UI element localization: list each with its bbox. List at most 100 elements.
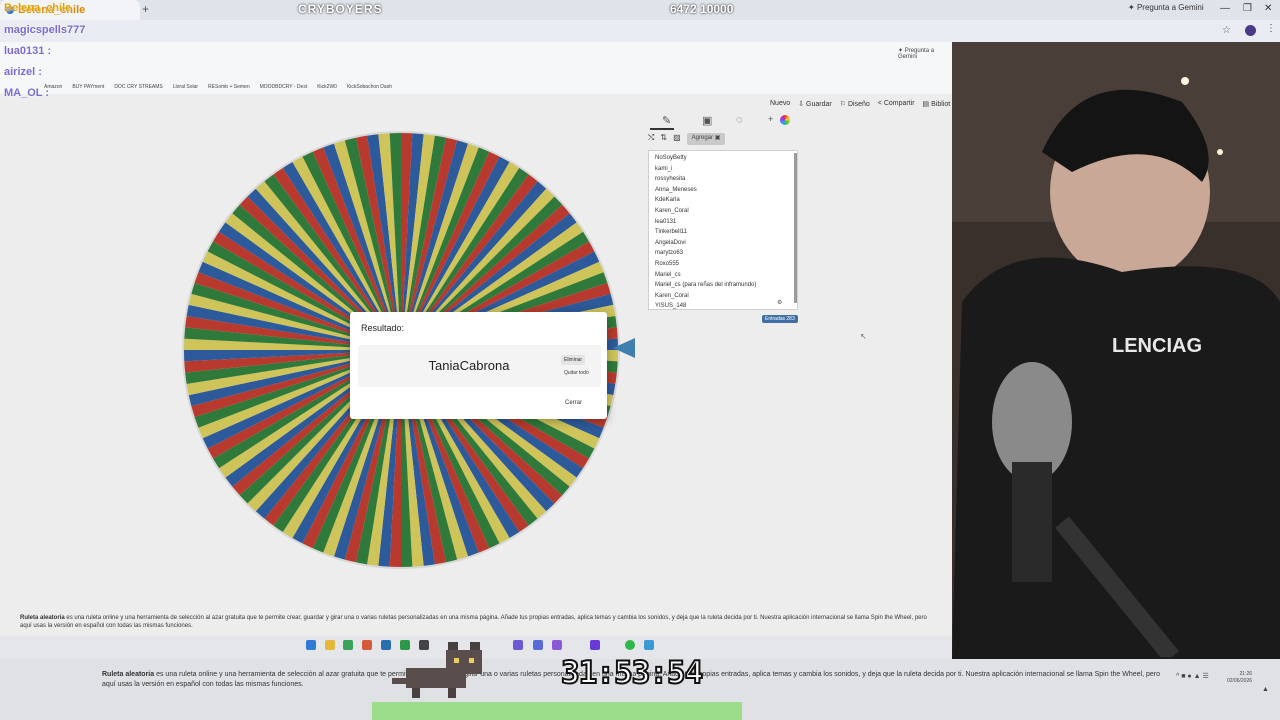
description-bold: Ruleta aleatoria [102, 671, 155, 678]
chat-line: magicspells777 [4, 24, 85, 36]
add-image-button[interactable]: Agregar ▣ [686, 133, 726, 145]
design-label: Diseño [847, 101, 870, 108]
new-button[interactable]: Nuevo [770, 100, 790, 108]
gemini-label: Pregunta a Gemini [1136, 3, 1204, 12]
app-icon[interactable] [590, 640, 600, 650]
app-icon[interactable] [513, 640, 523, 650]
wheel-pointer-icon [613, 338, 635, 358]
bookmark-item[interactable]: MOODBDCRY - Dest [260, 84, 308, 90]
library-label: Bibliot [931, 101, 951, 108]
design-button[interactable]: ⚐ Diseño [840, 100, 870, 108]
chat-message: : [45, 87, 50, 99]
webcam-image: LENCIAG [952, 42, 1280, 657]
screen: Belena_chile + CRYBOYERS 6472 10000 ✦ Pr… [0, 0, 1280, 720]
bookmark-item[interactable]: RESomb + Semen [208, 84, 250, 90]
folder-icon[interactable] [325, 640, 335, 650]
image-icon[interactable]: ▨ [673, 133, 681, 145]
entry-item[interactable]: Karen_Coral [655, 293, 689, 299]
app-icon[interactable] [644, 640, 654, 650]
stream-title: CRYBOYERS [298, 2, 383, 16]
hide-icon[interactable]: ◌ [736, 114, 743, 126]
entry-item[interactable]: NoSoyBetty [655, 155, 687, 161]
bookmark-item[interactable]: KickSobachon Dash [347, 84, 392, 90]
wheel-toolbar: Nuevo ⇩ Guardar ⚐ Diseño < Compartir ▤ B… [770, 100, 950, 108]
entry-item[interactable]: kami_i [655, 166, 672, 172]
bookmarks-bar: Amazon BUY PAYment DOC CRY STREAMS Llora… [0, 80, 952, 94]
app-icon[interactable] [343, 640, 353, 650]
entry-item[interactable]: Karen_Coral [655, 208, 689, 214]
clipboard-icon[interactable]: ▣ [702, 114, 712, 127]
entry-item[interactable]: Roxo555 [655, 261, 679, 267]
app-icon[interactable] [552, 640, 562, 650]
add-icon[interactable]: + [768, 114, 773, 124]
spotify-icon[interactable] [625, 640, 635, 650]
chat-user: lua0131 [4, 45, 45, 57]
close-icon[interactable]: ✕ [1264, 3, 1272, 14]
entry-item[interactable]: Mariel_cs (para reñas del inframundo) [655, 282, 756, 288]
description-text: es una ruleta online y una herramienta d… [20, 615, 927, 629]
bookmark-item[interactable]: DOC CRY STREAMS [114, 84, 162, 90]
chat-line: MA_OL : [4, 87, 49, 99]
app-icon[interactable] [381, 640, 391, 650]
save-label: Guardar [806, 101, 832, 108]
save-button[interactable]: ⇩ Guardar [798, 100, 832, 108]
chat-line: airizel : [4, 66, 42, 78]
start-icon[interactable] [306, 640, 316, 650]
entry-item[interactable]: lea0131 [655, 219, 676, 225]
entry-item[interactable]: rossyhesita [655, 176, 685, 182]
add-label: Agregar [691, 135, 714, 141]
palette-icon[interactable] [780, 115, 790, 125]
new-tab-button[interactable]: + [142, 2, 149, 16]
winner-name: TaniaCabrona [428, 358, 510, 373]
app-icon[interactable] [362, 640, 372, 650]
chat-line: lua0131 : [4, 45, 51, 57]
chat-user: Belena_chile [4, 2, 72, 14]
remove-all-button[interactable]: Quitar todo [561, 368, 592, 378]
entry-item[interactable]: Tinkerbell11 [655, 229, 687, 235]
taskbar-clock: 21:26 02/06/2026 [1227, 671, 1252, 685]
library-button[interactable]: ▤ Bibliot [923, 100, 951, 108]
restore-icon[interactable]: ❐ [1243, 3, 1252, 14]
outer-tab-bar: Belena_chile + CRYBOYERS 6472 10000 ✦ Pr… [0, 0, 1280, 20]
entry-item[interactable]: AngelaDovi [655, 240, 686, 246]
chat-user: airizel [4, 66, 36, 78]
entry-item[interactable]: Anna_Meneses [655, 187, 697, 193]
notification-icon[interactable]: ▲ [1262, 686, 1269, 693]
entries-count-badge: Entradas 283 [762, 315, 798, 323]
share-button[interactable]: < Compartir [878, 100, 915, 108]
chat-message: : [38, 66, 42, 78]
menu-icon[interactable]: ⋮ [1266, 23, 1276, 34]
profile-avatar[interactable] [1245, 25, 1256, 36]
entries-scrollbar[interactable] [794, 153, 797, 303]
shuffle-icon[interactable]: ⤭ [648, 133, 654, 145]
bookmark-item[interactable]: BUY PAYment [72, 84, 104, 90]
pencil-icon[interactable]: ✎ [662, 114, 671, 127]
bookmark-item[interactable]: Lloral Solar [173, 84, 198, 90]
result-dialog: Resultado: TaniaCabrona Eliminar Quitar … [350, 312, 607, 419]
entry-item[interactable]: YISUS_148 [655, 303, 686, 309]
chat-message: : [47, 45, 52, 57]
clock-time: 21:26 [1239, 671, 1253, 677]
result-card: TaniaCabrona Eliminar Quitar todo [358, 345, 601, 387]
inner-gemini-button[interactable]: ✦ Pregunta a Gemini [898, 47, 952, 60]
close-button[interactable]: Cerrar [565, 400, 582, 406]
bookmark-star-icon[interactable]: ☆ [1222, 25, 1231, 36]
description-bold: Ruleta aleatoria [20, 615, 65, 621]
entry-item[interactable]: Mariel_cs [655, 272, 681, 278]
remove-button[interactable]: Eliminar [561, 355, 586, 365]
inner-browser-chrome: ✦ Pregunta a Gemini Amazon BUY PAYment D… [0, 42, 952, 94]
settings-icon[interactable]: ⚙ [777, 299, 782, 306]
share-label: Compartir [883, 100, 915, 107]
subathon-timer: 31:53:54 [560, 654, 704, 692]
chat-user: MA_OL [4, 87, 43, 99]
minimize-icon[interactable]: — [1220, 3, 1230, 14]
bookmark-item[interactable]: Kick2W0 [317, 84, 337, 90]
app-icon[interactable] [533, 640, 543, 650]
entry-item[interactable]: KdeKarla [655, 197, 680, 203]
sort-icon[interactable]: ⇅ [660, 133, 667, 145]
editor-tab-indicator [650, 128, 674, 130]
entries-list[interactable]: NoSoyBetty kami_i rossyhesita Anna_Meneses K… [648, 150, 798, 310]
pixel-cat-icon [392, 642, 482, 698]
entry-item[interactable]: marytzo63 [655, 250, 683, 256]
gemini-button[interactable]: ✦ Pregunta a Gemini [1128, 3, 1204, 12]
